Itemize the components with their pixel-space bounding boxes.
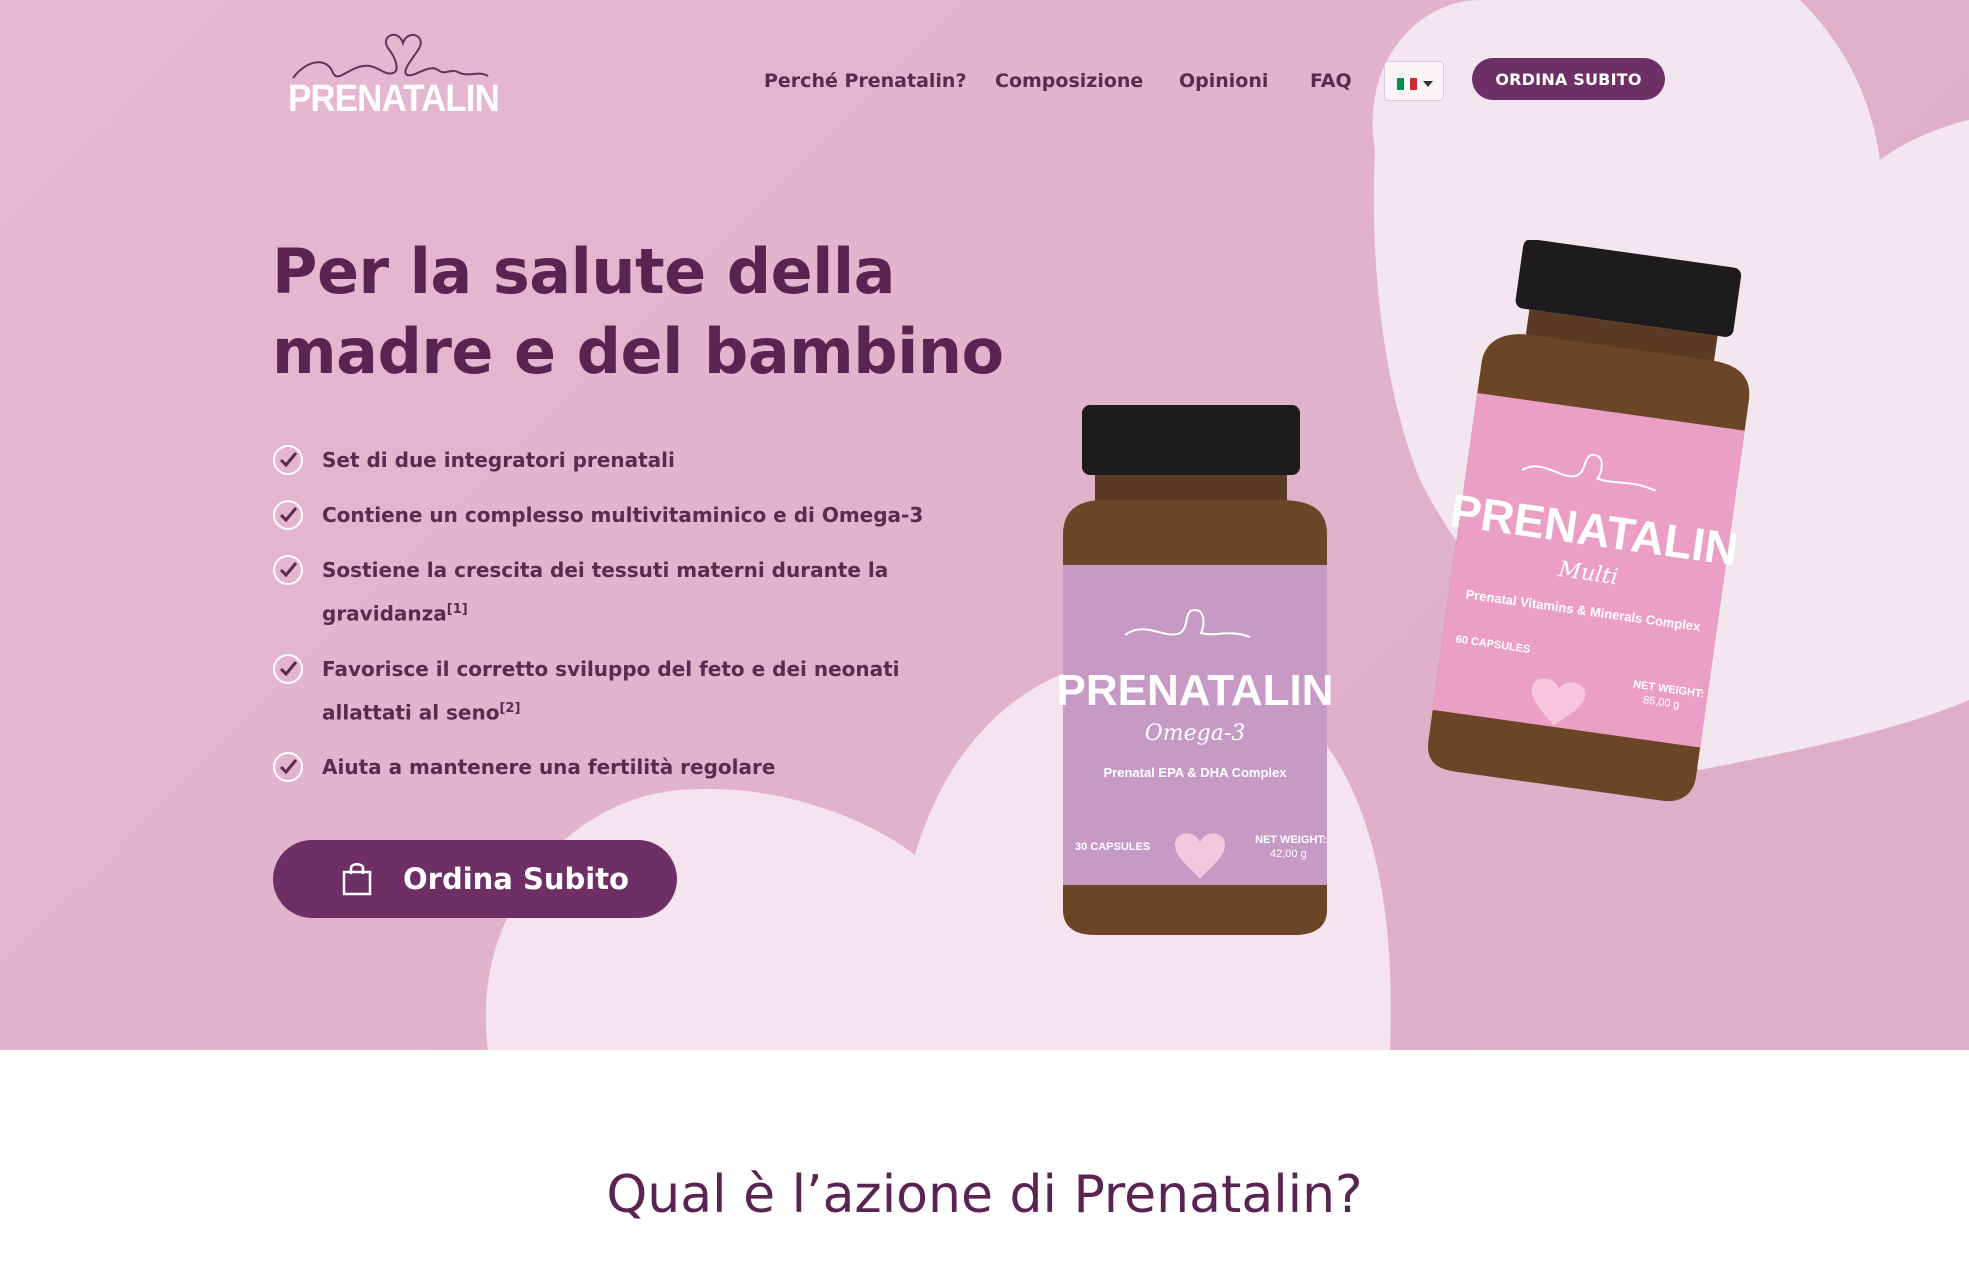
omega-weight-text: 42,00 g <box>1270 848 1307 860</box>
benefits-list: Set di due integratori prenatali Contien… <box>272 440 992 802</box>
headline-line-2: madre e del bambino <box>272 315 1004 388</box>
check-circle-icon <box>273 653 303 684</box>
benefit-text: Set di due integratori prenatali <box>322 448 675 472</box>
omega-subtitle-text: Prenatal EPA & DHA Complex <box>1103 765 1287 780</box>
benefit-text: Favorisce il corretto sviluppo del feto … <box>322 656 900 725</box>
omega-variant-text: Omega-3 <box>1145 721 1246 746</box>
nav-link-perche[interactable]: Perché Prenatalin? <box>764 70 966 92</box>
hero-order-button[interactable]: Ordina Subito <box>273 840 677 918</box>
omega-brand-text: PRENATALIN <box>1056 666 1333 715</box>
benefit-item: Favorisce il corretto sviluppo del feto … <box>272 649 992 733</box>
hero-headline: Per la salute della madre e del bambino <box>272 232 1032 392</box>
footnote-ref[interactable]: [1] <box>447 602 468 617</box>
benefit-text: Contiene un complesso multivitaminico e … <box>322 503 924 527</box>
check-circle-icon <box>273 500 303 530</box>
hero-section: PRENATALIN Perché Prenatalin? Composizio… <box>0 0 1969 1050</box>
shopping-bag-icon <box>342 863 372 896</box>
benefit-text: Sostiene la crescita dei tessuti materni… <box>322 558 889 626</box>
check-circle-icon <box>273 752 303 783</box>
benefit-item: Contiene un complesso multivitaminico e … <box>272 495 992 535</box>
chevron-down-icon <box>1423 81 1433 87</box>
omega-3-bottle-image: PRENATALIN Omega-3 Prenatal EPA & DHA Co… <box>1056 405 1334 935</box>
benefit-text: Aiuta a mantenere una fertilità regolare <box>322 755 776 780</box>
omega-count-text: 30 CAPSULES <box>1075 841 1150 853</box>
order-button-label: Ordina Subito <box>403 862 629 896</box>
nav-link-faq[interactable]: FAQ <box>1310 70 1352 92</box>
omega-weight-label: NET WEIGHT: <box>1255 834 1327 846</box>
section-title: Qual è l’azione di Prenatalin? <box>606 1165 1363 1225</box>
benefit-item: Aiuta a mantenere una fertilità regolare <box>272 747 992 787</box>
language-selector[interactable] <box>1384 61 1444 101</box>
nav-order-button[interactable]: ORDINA SUBITO <box>1472 58 1665 100</box>
multi-bottle-image: PRENATALIN Multi Prenatal Vitamins & Min… <box>1428 240 1750 802</box>
nav-link-composizione[interactable]: Composizione <box>995 70 1143 92</box>
italy-flag-icon <box>1397 78 1418 90</box>
top-navigation: Perché Prenatalin? Composizione Opinioni… <box>0 58 1969 108</box>
check-circle-icon <box>273 445 303 475</box>
benefit-item: Sostiene la crescita dei tessuti materni… <box>272 550 992 634</box>
benefit-item: Set di due integratori prenatali <box>272 440 992 480</box>
check-circle-icon <box>273 555 303 585</box>
footnote-ref[interactable]: [2] <box>499 701 520 716</box>
headline-line-1: Per la salute della <box>272 235 896 308</box>
nav-link-opinioni[interactable]: Opinioni <box>1179 70 1268 92</box>
